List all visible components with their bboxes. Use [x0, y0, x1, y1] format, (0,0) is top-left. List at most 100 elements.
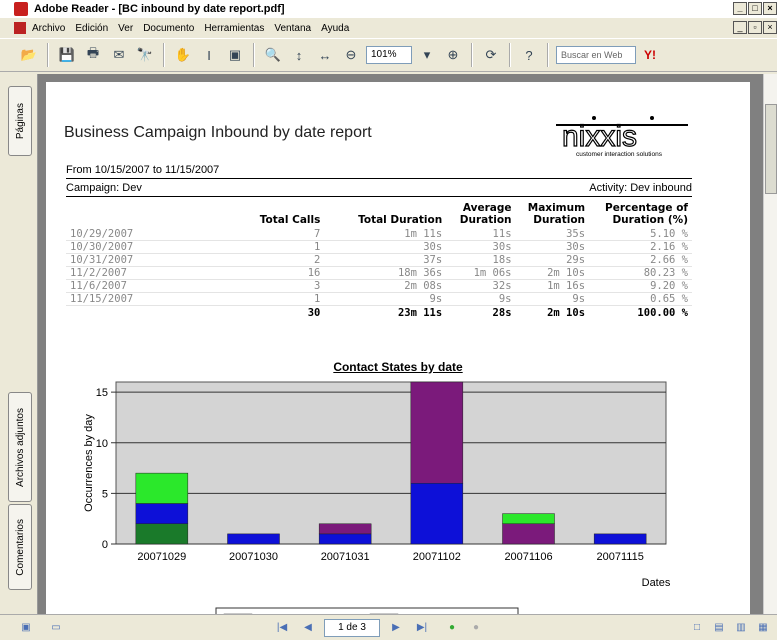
save-icon[interactable]: 💾	[56, 44, 78, 66]
maximize-button[interactable]: □	[748, 2, 762, 15]
cell-total-duration: 37s	[324, 253, 447, 267]
next-page-icon[interactable]: ▶	[388, 620, 404, 636]
document-area[interactable]: Business Campaign Inbound by date report…	[38, 74, 763, 614]
go-back-icon[interactable]: ●	[444, 620, 460, 636]
cell-maximum-duration: 9s	[515, 292, 590, 306]
table-row: 10/29/2007 7 1m 11s 11s 35s 5.10 %	[66, 228, 692, 241]
tab-comments[interactable]: Comentarios	[8, 504, 32, 590]
menu-herramientas[interactable]: Herramientas	[204, 23, 264, 34]
y-tick-label: 0	[102, 539, 108, 551]
print-icon[interactable]: 🖶	[82, 44, 104, 66]
continuous-icon[interactable]: ▤	[711, 620, 727, 636]
cell-percentage: 5.10 %	[589, 228, 692, 241]
doc-close-button[interactable]: ×	[763, 21, 777, 34]
cell-total-calls: 2	[223, 253, 325, 267]
zoom-dropdown-icon[interactable]: ▾	[416, 44, 438, 66]
minimize-button[interactable]: _	[733, 2, 747, 15]
cell-total-duration: 18m 36s	[324, 266, 447, 280]
web-search-input[interactable]: Buscar en Web	[556, 46, 636, 64]
menu-ayuda[interactable]: Ayuda	[321, 23, 349, 34]
cell-date: 10/31/2007	[66, 253, 224, 267]
cell-date: 11/2/2007	[66, 266, 224, 280]
cell-maximum-duration: 1m 16s	[515, 279, 590, 293]
continuous-facing-icon[interactable]: ▦	[755, 620, 771, 636]
go-forward-icon[interactable]: ●	[468, 620, 484, 636]
bar-segment	[135, 472, 189, 504]
menu-ventana[interactable]: Ventana	[274, 23, 311, 34]
page-number-field[interactable]: 1 de 3	[324, 618, 380, 637]
table-row: 11/6/2007 3 2m 08s 32s 1m 16s 9.20 %	[66, 279, 692, 293]
menu-bar: Archivo Edición Ver Documento Herramient…	[0, 18, 777, 38]
bar-segment	[410, 381, 464, 484]
fit-width-icon[interactable]: ↔	[314, 44, 336, 66]
cell-date: 11/15/2007	[66, 292, 224, 306]
email-icon[interactable]: ✉	[108, 44, 130, 66]
x-tick-label: 20071030	[229, 551, 278, 563]
x-axis-label: Dates	[642, 577, 671, 589]
document-icon[interactable]	[14, 22, 26, 34]
table-row: 10/31/2007 2 37s 18s 29s 2.66 %	[66, 253, 692, 267]
open-icon[interactable]: 📂	[18, 44, 40, 66]
cell-percentage: 2.66 %	[589, 253, 692, 267]
previous-page-icon[interactable]: ◀	[300, 620, 316, 636]
cell-average-duration: 18s	[446, 253, 516, 267]
bar-segment	[410, 483, 464, 545]
menu-edicion[interactable]: Edición	[75, 23, 108, 34]
zoom-out-icon[interactable]: ⊖	[340, 44, 362, 66]
logo-tagline: customer interaction solutions	[576, 151, 663, 158]
zoom-level-field[interactable]: 101%	[366, 46, 412, 64]
zoom-in-tool-icon[interactable]: 🔍	[262, 44, 284, 66]
cell-total-calls: 7	[223, 228, 325, 241]
y-axis-label: Occurrences by day	[83, 414, 95, 512]
toolbar-separator	[163, 43, 165, 67]
panel-toggle-icon[interactable]: ▣	[18, 620, 34, 636]
cell-average-duration: 30s	[446, 240, 516, 254]
first-page-icon[interactable]: |◀	[274, 620, 290, 636]
cell-maximum-duration: 29s	[515, 253, 590, 267]
facing-icon[interactable]: ▥	[733, 620, 749, 636]
tab-attachments[interactable]: Archivos adjuntos	[8, 392, 32, 502]
cell-date: 10/30/2007	[66, 240, 224, 254]
y-tick-label: 10	[96, 438, 108, 450]
last-page-icon[interactable]: ▶|	[414, 620, 430, 636]
adobe-reader-icon	[14, 2, 28, 16]
vertical-scrollbar[interactable]	[763, 74, 777, 614]
tab-pages[interactable]: Páginas	[8, 86, 32, 156]
doc-restore-button[interactable]: ▫	[748, 21, 762, 34]
scrollbar-thumb[interactable]	[765, 104, 777, 194]
rotate-icon[interactable]: ⟳	[480, 44, 502, 66]
close-button[interactable]: ×	[763, 2, 777, 15]
yahoo-icon[interactable]: Y!	[644, 48, 656, 62]
find-icon[interactable]: 🔭	[134, 44, 156, 66]
menu-archivo[interactable]: Archivo	[32, 23, 65, 34]
col-header-total-duration: Total Duration	[358, 214, 443, 226]
cell-total-duration: 1m 11s	[324, 228, 447, 241]
cell-percentage: 80.23 %	[589, 266, 692, 280]
bar-segment	[318, 523, 372, 535]
toolbar: 📂 💾 🖶 ✉ 🔭 ✋ I ▣ 🔍 ↕ ↔ ⊖ 101% ▾ ⊕ ⟳ ? Bus…	[0, 38, 777, 72]
cell-average-duration: 11s	[446, 228, 516, 241]
snapshot-icon[interactable]: ▣	[224, 44, 246, 66]
help-icon[interactable]: ?	[518, 44, 540, 66]
status-bar: ▣ ▭ |◀ ◀ 1 de 3 ▶ ▶| ● ● □ ▤ ▥ ▦	[0, 614, 777, 640]
hand-tool-icon[interactable]: ✋	[172, 44, 194, 66]
menu-ver[interactable]: Ver	[118, 23, 133, 34]
single-page-icon[interactable]: □	[689, 620, 705, 636]
report-date-range: From 10/15/2007 to 11/15/2007	[66, 164, 220, 176]
actual-size-icon[interactable]: ↕	[288, 44, 310, 66]
cell-total-duration: 2m 08s	[324, 279, 447, 293]
menu-documento[interactable]: Documento	[143, 23, 194, 34]
doc-minimize-button[interactable]: _	[733, 21, 747, 34]
cell-total-duration: 9s	[324, 292, 447, 306]
attachment-toggle-icon[interactable]: ▭	[48, 620, 64, 636]
window-titlebar: Adobe Reader - [BC inbound by date repor…	[0, 0, 777, 18]
x-tick-label: 20071031	[321, 551, 370, 563]
cell-date: 11/6/2007	[66, 279, 224, 293]
zoom-in-icon[interactable]: ⊕	[442, 44, 464, 66]
cell-date: 10/29/2007	[66, 228, 224, 241]
col-header-date	[66, 202, 224, 228]
report-title: Business Campaign Inbound by date report	[64, 124, 372, 141]
svg-text:nixxis: nixxis	[562, 120, 637, 153]
select-text-icon[interactable]: I	[198, 44, 220, 66]
table-header-row: Total Calls Total Duration Average Durat…	[66, 202, 692, 228]
